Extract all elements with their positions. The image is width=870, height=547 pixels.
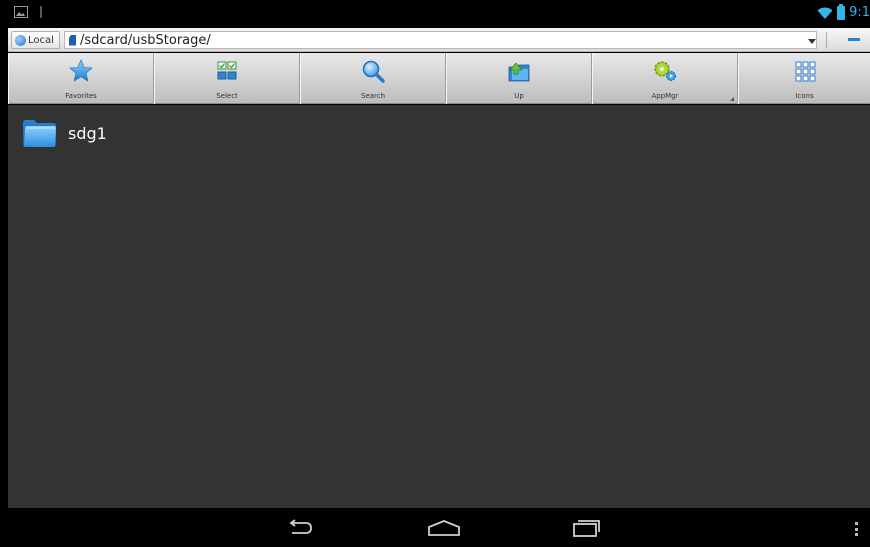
folder-icon — [23, 120, 56, 147]
gallery-icon — [14, 6, 28, 18]
file-name: sdg1 — [68, 123, 107, 143]
wifi-icon — [817, 7, 833, 19]
folder-up-icon — [508, 62, 530, 82]
appmgr-label: AppMgr — [651, 92, 679, 100]
back-icon — [289, 519, 312, 534]
app-window: 9:1 Local /sdcard/usbStorage/ Favorites — [8, 0, 870, 547]
up-label: Up — [514, 92, 524, 100]
file-list: sdg1 — [8, 105, 870, 508]
search-button[interactable]: Search — [300, 53, 446, 104]
collapse-button[interactable] — [842, 32, 866, 48]
appmgr-button[interactable]: AppMgr — [592, 53, 738, 104]
navigation-bar — [8, 508, 870, 547]
toolbar: Favorites Select Search Up AppMgr Icons — [8, 53, 870, 104]
back-button[interactable] — [270, 512, 330, 544]
battery-icon — [837, 3, 846, 20]
select-grid-icon — [217, 61, 237, 80]
magnifier-icon — [362, 60, 385, 83]
select-label: Select — [216, 92, 238, 100]
home-icon — [428, 520, 460, 536]
location-label: Local — [28, 34, 54, 46]
search-label: Search — [360, 92, 386, 100]
gear-icon — [654, 61, 676, 81]
favorites-button[interactable]: Favorites — [8, 53, 154, 104]
corner-indicator-icon — [730, 97, 734, 101]
path-dropdown-icon[interactable] — [808, 39, 816, 44]
path-field[interactable]: /sdcard/usbStorage/ — [64, 31, 817, 49]
path-text: /sdcard/usbStorage/ — [80, 32, 211, 48]
icons-view-button[interactable]: Icons — [738, 53, 870, 104]
favorites-label: Favorites — [65, 92, 97, 100]
sdcard-icon — [69, 34, 76, 46]
status-bar: 9:1 — [8, 0, 870, 28]
overflow-menu-icon[interactable] — [855, 522, 858, 536]
star-icon — [69, 59, 93, 82]
clock: 9:1 — [849, 5, 870, 20]
up-button[interactable]: Up — [446, 53, 592, 104]
recent-apps-icon — [573, 520, 600, 537]
recent-apps-button[interactable] — [556, 512, 616, 544]
divider — [826, 32, 827, 48]
select-button[interactable]: Select — [154, 53, 300, 104]
icons-label: Icons — [795, 92, 814, 100]
location-button[interactable]: Local — [11, 31, 60, 49]
path-bar: Local /sdcard/usbStorage/ — [8, 28, 870, 52]
usb-icon — [38, 6, 44, 18]
globe-icon — [15, 34, 26, 46]
list-item[interactable]: sdg1 — [21, 115, 107, 151]
icon-grid-icon — [795, 61, 815, 82]
home-button[interactable] — [414, 512, 474, 544]
